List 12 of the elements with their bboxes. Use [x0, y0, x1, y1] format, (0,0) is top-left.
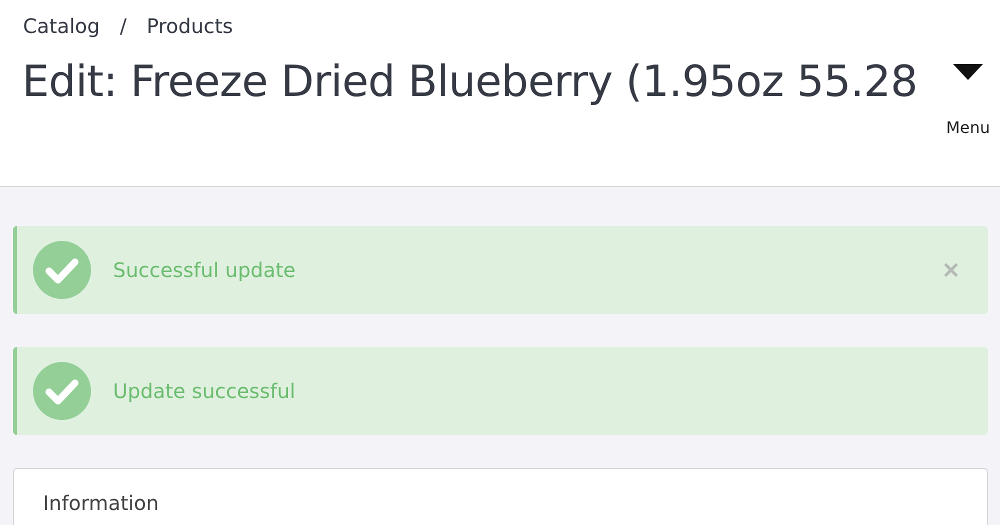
breadcrumb-link[interactable]: Products: [146, 12, 233, 40]
caret-icon: [953, 64, 984, 80]
breadcrumb-separator: /: [120, 13, 127, 40]
menu-button[interactable]: Menu: [946, 64, 990, 137]
card-title: Information: [43, 491, 159, 515]
page-title: Edit: Freeze Dried Blueberry (1.95oz 55.28: [22, 56, 918, 109]
alert-message: Successful update: [113, 258, 297, 282]
check-icon: [33, 241, 91, 299]
check-icon: [33, 362, 91, 420]
close-icon: [944, 263, 958, 277]
breadcrumb-link[interactable]: Catalog: [23, 12, 100, 40]
alert-message: Update successful: [113, 379, 296, 403]
